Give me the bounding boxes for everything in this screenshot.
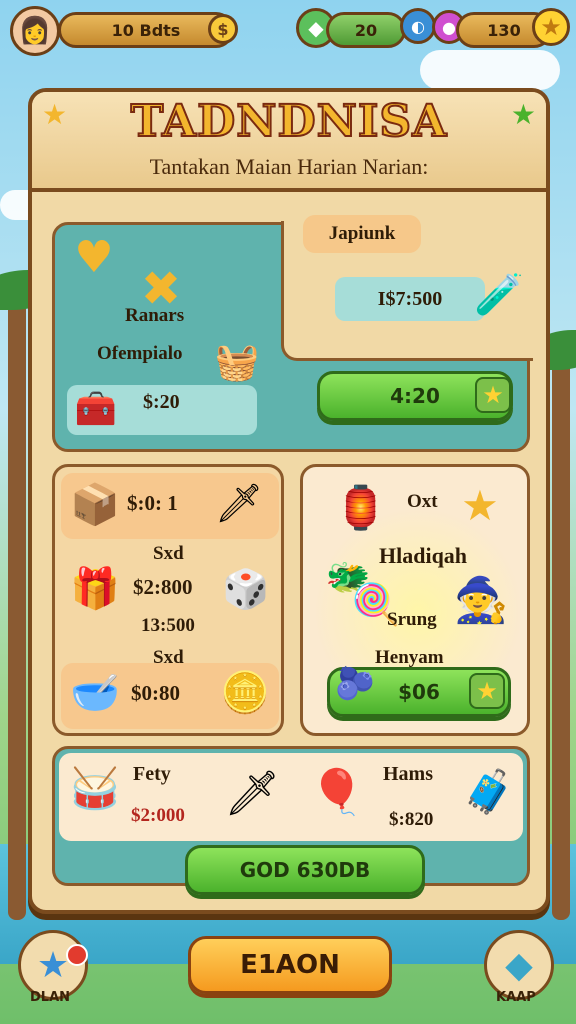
blue-gift-icon: 🎲 [222, 567, 270, 611]
shop-row4-price: $0:80 [131, 681, 180, 705]
yellow-balloon-icon: 🎈 [309, 767, 365, 818]
pink-crate-icon: 🎁 [70, 566, 120, 612]
character-icon: 🧙 [453, 575, 509, 626]
bottom-strip-section: 🥁 Fety $2:000 🗡 🎈 Hams $:820 🧳 GOD 630DB [52, 746, 530, 895]
footer-right-label: KAAP [496, 990, 536, 1005]
bottom-item1-price: $2:000 [131, 805, 185, 826]
shop-items-section: 📦 $:0: 1 🗡 Sxd 🎁 $2:800 🎲 13:500 Sxd 🥣 $… [52, 464, 284, 736]
footer-center-label: E1AON [240, 950, 340, 980]
shop-row2-price: $2:800 [133, 575, 193, 599]
gold-star-icon: ★ [461, 481, 499, 530]
blue-star-icon: ★ [36, 944, 70, 986]
tag-label-box: Japiunk [303, 215, 421, 253]
reward-buy-label: $06 [398, 680, 440, 704]
bottom-item2-name: Hams [383, 763, 433, 785]
shop-row3-price: 13:500 [141, 615, 195, 636]
bottom-strip-items [59, 753, 523, 841]
daily-offer-section: ♥ ✖ Ranars Ofempialo 🧺 🧰 $:20 Japiunk I$… [52, 215, 533, 452]
daily-item3-price: $:20 [143, 391, 180, 413]
stars-count: 130 [487, 20, 521, 40]
bottom-item2-price: $:820 [389, 809, 434, 830]
gems-count: 20 [354, 20, 378, 40]
daily-buy-label: 4:20 [390, 384, 440, 408]
shop-row4-name: Sxd [153, 647, 184, 668]
main-purchase-label: GOD 630DB [239, 858, 371, 882]
palm-tree-trunk [8, 300, 26, 920]
heart-icon: ♥ [74, 232, 114, 283]
cloud-decoration [420, 50, 560, 90]
treasure-basket-icon: 🧺 [214, 342, 260, 383]
blue-diamond-icon: ◆ [505, 944, 533, 986]
reward-caption: Henyam [375, 647, 444, 668]
daily-item1-name: Ranars [125, 305, 185, 326]
treasure-chest-icon: 🧳 [462, 767, 516, 816]
notification-dot [66, 944, 88, 966]
chest-icon: 🧰 [74, 389, 118, 429]
reward-section: 🏮 Oxt ★ Hladiqah 🐲 🍭 Srung 🧙 Henyam $06 … [300, 464, 530, 736]
bottom-item1-name: Fety [133, 763, 171, 785]
drum-icon: 🥁 [70, 766, 120, 812]
star-icon: ★ [469, 673, 505, 709]
sword-gem-icon: 🗡 [214, 481, 264, 525]
footer-left-label: DLAN [30, 990, 71, 1005]
tag-price: I$7:500 [377, 287, 443, 310]
blue-crate-icon: 📦 [70, 482, 120, 528]
title-banner: ★ ★ TADNDNISA Tantakan Maian Harian Nari… [32, 92, 546, 192]
blue-orb-icon: ◐ [400, 8, 436, 44]
main-purchase-button[interactable]: GOD 630DB [185, 845, 425, 895]
reward-label-top: Oxt [407, 491, 438, 512]
tag-label: Japiunk [328, 223, 396, 244]
shop-panel: ★ ★ TADNDNISA Tantakan Maian Harian Nari… [28, 88, 550, 914]
potion-bottle-icon: 🧪 [474, 272, 524, 318]
shop-row2-name: Sxd [153, 543, 184, 564]
page-subtitle: Tantakan Maian Harian Narian: [149, 154, 429, 179]
footer-center-button[interactable]: E1AON [188, 936, 392, 994]
coin-icon: $ [208, 14, 238, 44]
star-icon: ★ [475, 377, 511, 413]
daily-item2-name: Ofempialo [97, 343, 183, 364]
currency-label: 10 Bdts [111, 20, 181, 40]
star-icon: ★ [532, 8, 570, 46]
tag-price-box: I$7:500 [335, 277, 485, 321]
blue-sword-icon: 🗡 [224, 768, 280, 819]
palm-tree-trunk [552, 360, 570, 920]
gems-counter[interactable]: 20 [326, 12, 406, 48]
shop-row1-price: $:0: 1 [127, 491, 178, 515]
lantern-icon: 🏮 [334, 483, 388, 532]
gold-coin-icon: 🪙 [220, 670, 270, 716]
player-avatar[interactable]: 👩 [10, 6, 60, 56]
page-title: TADNDNISA [130, 95, 448, 148]
avatar-face-icon: 👩 [18, 16, 52, 46]
pink-bowl-icon: 🥣 [70, 670, 120, 716]
blue-jelly-icon: 🫐 [335, 664, 375, 702]
reward-name: Srung [387, 609, 437, 630]
